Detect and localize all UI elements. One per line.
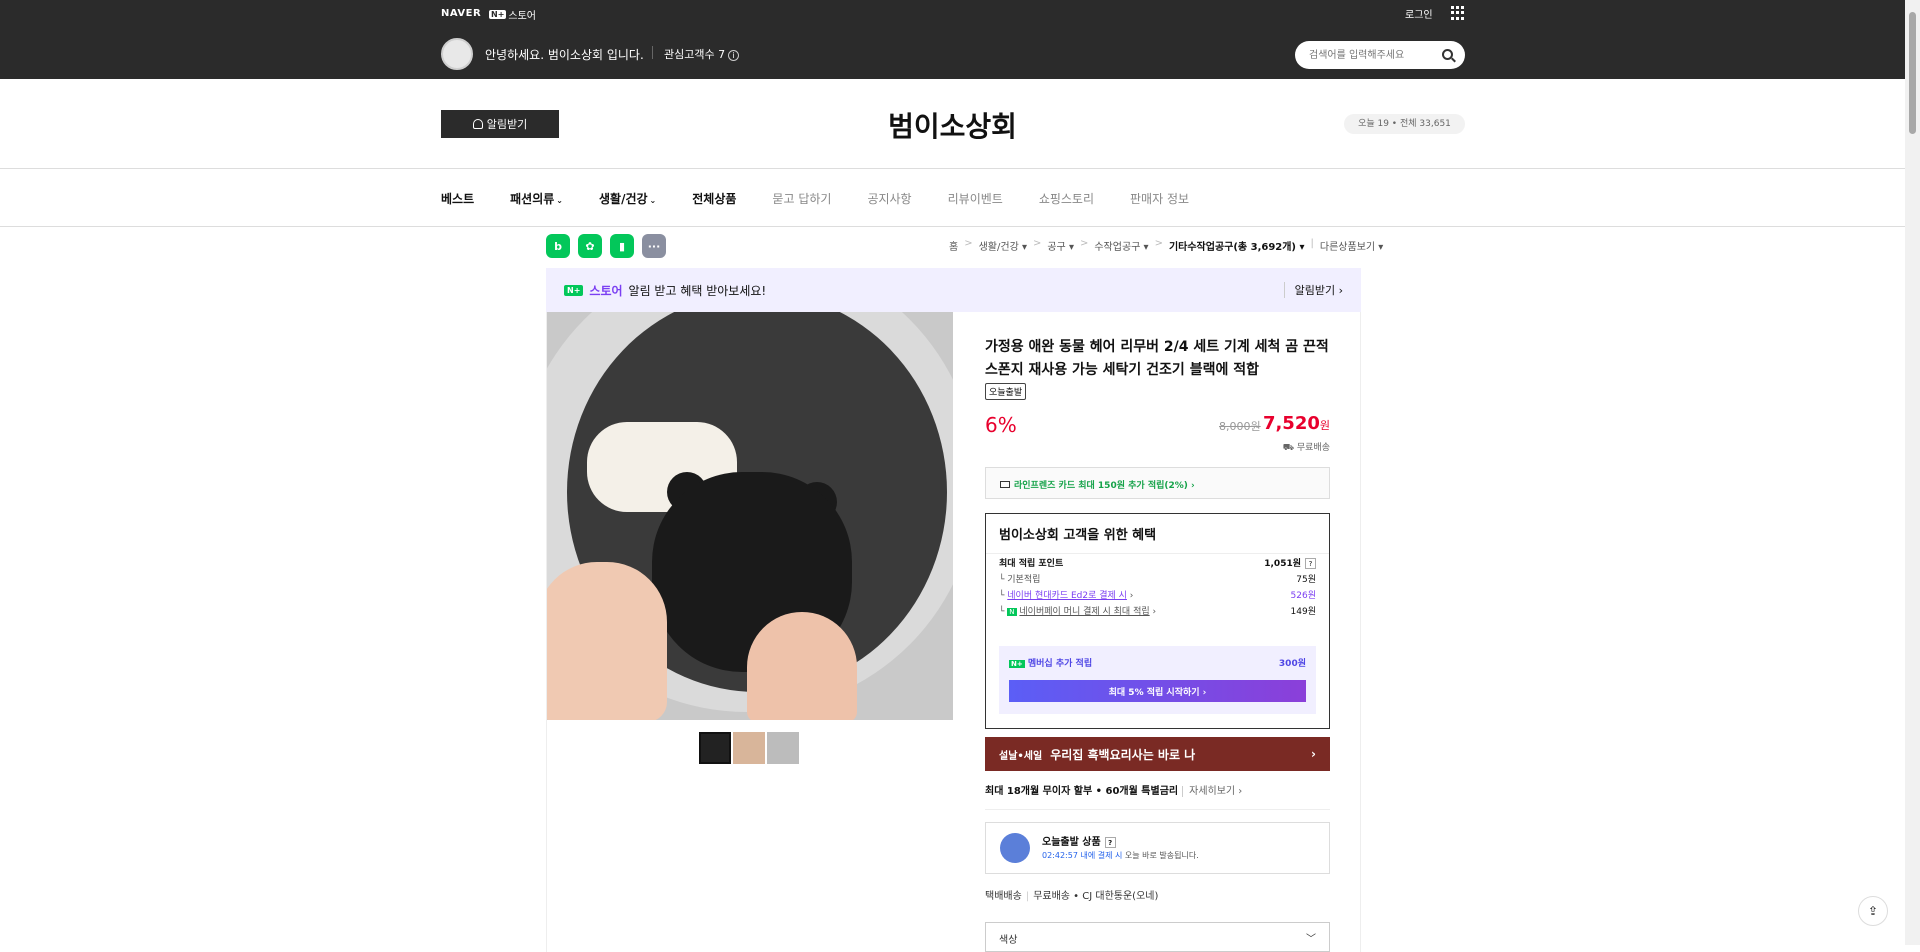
- nav-item-qna[interactable]: 묻고 답하기: [772, 190, 831, 207]
- store-header: 알림받기 범이소상회 오늘 19 • 전체 33,651: [0, 79, 1905, 169]
- search-icon[interactable]: [1442, 49, 1453, 60]
- chevron-down-icon: ⌄: [649, 196, 657, 205]
- top-bar: NAVER N+ 스토어 로그인 안녕하세요. 범이소상회 입니다. 관심고객수…: [0, 0, 1905, 79]
- shop-title[interactable]: 범이소상회: [0, 105, 1905, 145]
- npay-badge: N+: [489, 10, 507, 19]
- thumbnail-list: [699, 732, 799, 764]
- nav-item-notice[interactable]: 공지사항: [867, 190, 911, 207]
- store-label: 스토어: [508, 11, 537, 22]
- nav-item-all[interactable]: 전체상품: [692, 190, 736, 207]
- apps-grid-icon[interactable]: [1451, 6, 1465, 20]
- breadcrumb-current[interactable]: 기타수작업공구(총 3,692개) ▾: [1169, 238, 1305, 253]
- discount-rate: 6%: [985, 413, 1017, 437]
- color-option-select[interactable]: 색상 ﹀: [985, 922, 1330, 952]
- greeting-text: 안녕하세요. 범이소상회 입니다.: [485, 48, 644, 62]
- sale-price: 7,520원: [1262, 413, 1330, 434]
- product-title: 가정용 애완 동물 헤어 리무버 2/4 세트 기계 세척 곰 끈적 스폰지 재…: [985, 339, 1329, 378]
- original-price: 8,000원: [1219, 420, 1261, 433]
- card-icon: [1000, 481, 1010, 488]
- nav-item-best[interactable]: 베스트: [441, 190, 474, 207]
- membership-box: N+ 멤버십 추가 적립 300원 최대 5% 적립 시작하기 ›: [999, 646, 1316, 714]
- promo-store-label: 스토어: [589, 284, 623, 298]
- truck-icon: [1000, 833, 1030, 863]
- avatar: [441, 38, 473, 70]
- search-box: [1295, 41, 1465, 69]
- today-ship-badge: 오늘출발: [985, 383, 1027, 400]
- npay-store-link[interactable]: N+ 스토어: [489, 7, 536, 22]
- nav-item-shopping-story[interactable]: 쇼핑스토리: [1039, 190, 1094, 207]
- bookmark-icon[interactable]: ▮: [610, 234, 634, 258]
- breadcrumb-living[interactable]: 생활/건강 ▾: [979, 238, 1027, 253]
- fav-customers: 관심고객수 7i: [664, 46, 740, 62]
- membership-start-button[interactable]: 최대 5% 적립 시작하기 ›: [1009, 680, 1306, 702]
- other-products-link[interactable]: 다른상품보기 ▾: [1320, 238, 1383, 253]
- installment-info: 최대 18개월 무이자 할부 • 60개월 특별금리 자세히보기 ›: [985, 786, 1243, 797]
- product-main-image[interactable]: [547, 312, 953, 720]
- share-icon[interactable]: ⇪: [1858, 896, 1888, 926]
- more-icon[interactable]: ···: [642, 234, 666, 258]
- cafe-share-icon[interactable]: ✿: [578, 234, 602, 258]
- nav-item-fashion[interactable]: 패션의류 ⌄: [510, 190, 563, 207]
- nav-item-seller-info[interactable]: 판매자 정보: [1130, 190, 1189, 207]
- installment-more-link[interactable]: 자세히보기 ›: [1182, 786, 1243, 797]
- breadcrumb-home[interactable]: 홈: [949, 238, 958, 253]
- benefit-row-npay[interactable]: └ N 네이버페이 머니 결제 시 최대 적립 › 149원: [999, 604, 1316, 617]
- divider: [652, 46, 653, 59]
- naver-logo[interactable]: NAVER: [441, 8, 481, 19]
- benefit-row-basic: └ 기본적립 75원: [999, 575, 1316, 585]
- chevron-down-icon: ⌄: [556, 196, 563, 205]
- search-input[interactable]: [1309, 41, 1439, 69]
- nav-item-living[interactable]: 생활/건강 ⌄: [599, 190, 656, 207]
- shipping-info: ⛟ 무료배송: [1282, 443, 1330, 453]
- page-scrollbar[interactable]: [1905, 0, 1920, 945]
- promo-banner: N+ 스토어 알림 받고 혜택 받아보세요! 알림받기 ›: [546, 268, 1361, 312]
- breadcrumb: 홈 > 생활/건강 ▾ > 공구 ▾ > 수작업공구 ▾ > 기타수작업공구(총 3,6…: [949, 238, 1384, 253]
- blog-share-icon[interactable]: b: [546, 234, 570, 258]
- nav-item-review-event[interactable]: 리뷰이벤트: [948, 190, 1003, 207]
- card-offer[interactable]: 라인프렌즈 카드 최대 150원 추가 적립(2%) ›: [985, 467, 1330, 499]
- chevron-down-icon: ﹀: [1306, 934, 1316, 945]
- today-ship-box: 오늘출발 상품? 02:42:57 내에 결제 시 오늘 바로 발송됩니다.: [985, 822, 1330, 874]
- share-icons: b ✿ ▮ ···: [546, 234, 666, 258]
- breadcrumb-handtools[interactable]: 수작업공구 ▾: [1094, 238, 1148, 253]
- nplus-badge: N+: [564, 285, 584, 296]
- thumbnail-3[interactable]: [767, 732, 799, 764]
- benefit-title: 범이소상회 고객을 위한 혜택: [986, 514, 1329, 554]
- category-nav: 베스트 패션의류 ⌄ 생활/건강 ⌄ 전체상품 묻고 답하기 공지사항 리뷰이벤트 …: [0, 170, 1905, 227]
- help-icon[interactable]: ?: [1305, 558, 1316, 569]
- ad-banner[interactable]: 설날•세일 우리집 흑백요리사는 바로 나 ›: [985, 737, 1330, 771]
- info-icon[interactable]: i: [728, 50, 740, 61]
- login-link[interactable]: 로그인: [1405, 6, 1433, 21]
- benefit-box: 범이소상회 고객을 위한 혜택 최대 적립 포인트 1,051원? └ 기본적립…: [985, 513, 1330, 729]
- visit-counter: 오늘 19 • 전체 33,651: [1344, 114, 1465, 134]
- product-section: 가정용 애완 동물 헤어 리무버 2/4 세트 기계 세척 곰 끈적 스폰지 재…: [546, 312, 1361, 952]
- breadcrumb-tools[interactable]: 공구 ▾: [1047, 238, 1074, 253]
- benefit-row-card[interactable]: └ 네이버 현대카드 Ed2로 결제 시 › 526원: [999, 588, 1316, 601]
- thumbnail-2[interactable]: [733, 732, 765, 764]
- promo-alarm-link[interactable]: 알림받기 ›: [1283, 282, 1343, 298]
- help-icon[interactable]: ?: [1104, 837, 1116, 848]
- fav-customers-label: 관심고객수 7: [664, 48, 726, 61]
- benefit-row-max: 최대 적립 포인트 1,051원?: [999, 556, 1316, 569]
- promo-text: 알림 받고 혜택 받아보세요!: [628, 284, 767, 298]
- courier-info: 택배배송 | 무료배송 • CJ 대한통운(오네): [985, 891, 1159, 902]
- thumbnail-1[interactable]: [699, 732, 731, 764]
